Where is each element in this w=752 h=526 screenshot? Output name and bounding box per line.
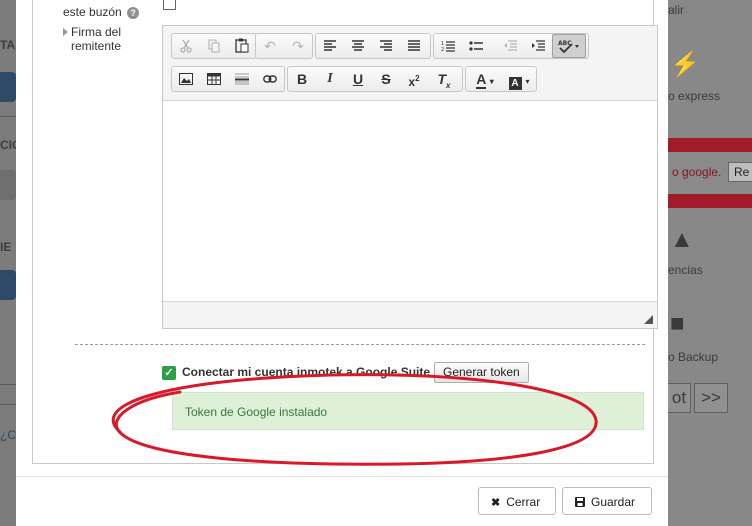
backup-box-icon: ■ [670, 310, 685, 337]
signature-label-text: Firma del remitente [71, 25, 122, 53]
save-button[interactable]: Guardar [562, 487, 652, 515]
save-icon [575, 489, 585, 517]
divider [0, 116, 16, 117]
color-group: A ▾ A ▾ [465, 66, 537, 92]
bg-label: alir [668, 3, 685, 17]
background-alert: o google. Re [668, 152, 752, 194]
save-button-label: Guardar [591, 495, 636, 509]
clipboard-group [171, 33, 257, 59]
spellcheck-icon[interactable]: ABC [552, 34, 586, 58]
insert-group [171, 66, 285, 92]
bulleted-list-icon[interactable] [462, 34, 490, 58]
align-right-icon[interactable] [372, 34, 400, 58]
bolt-icon: ⚡ [670, 51, 700, 78]
editor-toolbar: ↶ ↷ 1 2 ABC B I U S x2 Tx A ▾ A ▾ [163, 26, 657, 101]
pager-next[interactable]: >> [694, 383, 728, 413]
list-group: 12 ABC [433, 33, 589, 59]
strikethrough-icon[interactable]: S [372, 67, 400, 91]
bg-fragment: TA [0, 38, 16, 52]
copy-icon[interactable] [200, 34, 228, 58]
warning-icon: ▲ [670, 226, 694, 253]
align-justify-icon[interactable] [400, 34, 428, 58]
signature-label: Firma del remitente [59, 25, 139, 53]
paste-icon[interactable] [228, 34, 256, 58]
format-group: B I U S x2 Tx [287, 66, 463, 92]
link-icon[interactable] [256, 67, 284, 91]
redo-icon[interactable]: ↷ [284, 34, 312, 58]
alert-button[interactable]: Re [728, 162, 752, 182]
editor-footer [163, 301, 657, 328]
bg-fragment: ¿C [0, 428, 16, 442]
divider [16, 476, 668, 477]
google-connect-label: Conectar mi cuenta inmotek a Google Suit… [182, 365, 431, 379]
mailbox-label-text: este buzón [63, 5, 122, 19]
horizontal-line-icon[interactable] [228, 67, 256, 91]
alert-text: o google. [672, 165, 722, 179]
alignment-group [315, 33, 431, 59]
text-color-icon[interactable]: A ▾ [468, 67, 502, 91]
bold-icon[interactable]: B [288, 67, 316, 91]
image-icon[interactable] [172, 67, 200, 91]
bg-label: o Backup [668, 350, 719, 364]
bg-box-icon [0, 170, 16, 200]
align-left-icon[interactable] [316, 34, 344, 58]
google-connect-checkbox[interactable]: ✓ [162, 366, 176, 380]
bg-label: encias [668, 263, 703, 277]
italic-icon[interactable]: I [316, 67, 344, 91]
superscript-icon[interactable]: x2 [400, 67, 428, 91]
caret-right-icon [63, 28, 68, 36]
modal-dialog: este buzón ? Firma del remitente ↶ ↷ 1 2… [16, 0, 668, 526]
bg-chart-icon [0, 270, 16, 300]
close-button[interactable]: ✖ Cerrar [478, 487, 556, 515]
resize-handle[interactable] [644, 315, 653, 324]
background-color-icon[interactable]: A ▾ [502, 67, 536, 91]
outdent-icon[interactable] [496, 34, 524, 58]
numbered-list-icon[interactable]: 12 [434, 34, 462, 58]
divider [0, 384, 16, 385]
modal-body: este buzón ? Firma del remitente ↶ ↷ 1 2… [32, 0, 658, 464]
underline-icon[interactable]: U [344, 67, 372, 91]
bg-home-icon [0, 72, 16, 102]
undo-icon[interactable]: ↶ [256, 34, 284, 58]
history-group: ↶ ↷ [255, 33, 313, 59]
align-center-icon[interactable] [344, 34, 372, 58]
help-icon[interactable]: ? [127, 7, 140, 19]
bg-label: o express [668, 89, 721, 103]
close-icon: ✖ [491, 497, 501, 509]
mailbox-label: este buzón ? [63, 5, 140, 19]
editor-content-area[interactable] [163, 101, 657, 301]
signature-editor: ↶ ↷ 1 2 ABC B I U S x2 Tx A ▾ A ▾ [162, 25, 658, 329]
svg-text:2: 2 [441, 47, 444, 52]
generate-token-button[interactable]: Generar token [434, 362, 529, 383]
remove-format-icon[interactable]: Tx [430, 67, 458, 91]
background-left-strip: TA CIC IE ¿C [0, 0, 21, 526]
mailbox-checkbox[interactable] [163, 0, 176, 10]
pager-prev[interactable]: ot [668, 383, 691, 413]
close-button-label: Cerrar [506, 495, 541, 509]
background-right-strip: alir ⚡ o express ▲ encias ■ o Backup [668, 0, 752, 526]
indent-icon[interactable] [524, 34, 552, 58]
divider [75, 344, 645, 345]
cut-icon[interactable] [172, 34, 200, 58]
divider [0, 404, 16, 405]
table-icon[interactable] [200, 67, 228, 91]
bg-fragment: IE [0, 240, 12, 254]
token-success-message: Token de Google instalado [172, 392, 644, 430]
